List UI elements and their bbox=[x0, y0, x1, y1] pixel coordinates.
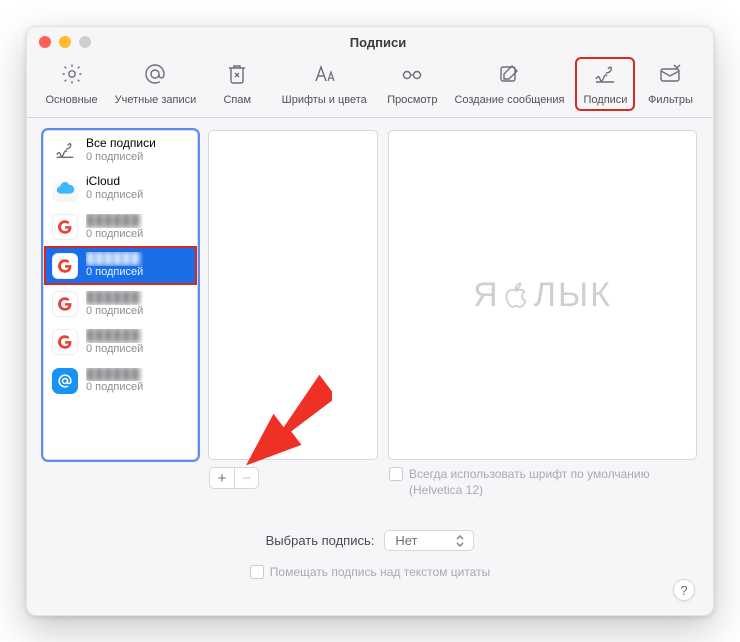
help-button[interactable]: ? bbox=[673, 579, 695, 601]
add-signature-button[interactable]: + bbox=[210, 468, 234, 488]
account-name: Все подписи bbox=[86, 137, 156, 151]
account-item[interactable]: ██████0 подписей bbox=[44, 362, 197, 400]
account-name: ██████ bbox=[86, 329, 143, 343]
account-name: ██████ bbox=[86, 252, 143, 266]
account-subtitle: 0 подписей bbox=[86, 381, 143, 394]
signature-list[interactable] bbox=[208, 130, 378, 460]
tab-label: Спам bbox=[223, 94, 251, 106]
glasses-icon bbox=[400, 62, 424, 91]
envelope-arrow-icon bbox=[658, 62, 682, 91]
titlebar: Подписи bbox=[27, 27, 713, 57]
account-name: ██████ bbox=[86, 368, 143, 382]
account-subtitle: 0 подписей bbox=[86, 151, 156, 164]
account-subtitle: 0 подписей bbox=[86, 266, 143, 279]
popup-arrows-icon bbox=[455, 534, 465, 548]
account-subtitle: 0 подписей bbox=[86, 228, 143, 241]
preferences-toolbar: Основные Учетные записи Спам Шрифты и цв… bbox=[27, 57, 713, 118]
remove-signature-button[interactable]: − bbox=[234, 468, 258, 488]
default-font-checkbox[interactable] bbox=[389, 467, 403, 481]
default-font-row: Всегда использовать шрифт по умолчанию (… bbox=[389, 467, 650, 497]
apple-outline-icon bbox=[502, 280, 532, 310]
tab-view[interactable]: Просмотр bbox=[383, 59, 441, 109]
gear-icon bbox=[60, 62, 84, 91]
default-font-label: Всегда использовать шрифт по умолчанию bbox=[409, 467, 650, 481]
google-icon bbox=[52, 214, 78, 240]
font-icon bbox=[312, 62, 336, 91]
signature-editor[interactable]: Я ЛЫК bbox=[388, 130, 697, 460]
tab-label: Учетные записи bbox=[115, 94, 197, 106]
preferences-window: Подписи Основные Учетные записи Спам Шр bbox=[26, 26, 714, 616]
google-icon bbox=[52, 291, 78, 317]
default-font-note: (Helvetica 12) bbox=[409, 483, 650, 497]
content-area: Все подписи0 подписейiCloud0 подписей███… bbox=[27, 118, 713, 615]
tab-label: Фильтры bbox=[648, 94, 693, 106]
tab-label: Создание сообщения bbox=[454, 94, 564, 106]
account-list[interactable]: Все подписи0 подписейiCloud0 подписей███… bbox=[43, 130, 198, 460]
compose-icon bbox=[497, 62, 521, 91]
window-title: Подписи bbox=[91, 35, 665, 50]
tab-label: Основные bbox=[45, 94, 97, 106]
watermark-text: ЛЫК bbox=[534, 276, 612, 315]
account-item[interactable]: ██████0 подписей bbox=[44, 285, 197, 323]
watermark-text: Я bbox=[473, 276, 500, 315]
tab-general[interactable]: Основные bbox=[41, 59, 101, 109]
account-subtitle: 0 подписей bbox=[86, 305, 143, 318]
tab-label: Просмотр bbox=[387, 94, 437, 106]
watermark: Я ЛЫК bbox=[473, 276, 612, 315]
tab-signatures[interactable]: Подписи bbox=[577, 59, 633, 109]
account-item[interactable]: iCloud0 подписей bbox=[44, 169, 197, 207]
account-name: iCloud bbox=[86, 175, 143, 189]
account-subtitle: 0 подписей bbox=[86, 189, 143, 202]
all-icon bbox=[52, 137, 78, 163]
traffic-lights bbox=[39, 36, 91, 48]
add-remove-toolbar: + − bbox=[209, 467, 259, 489]
google-icon bbox=[52, 253, 78, 279]
account-item[interactable]: ██████0 подписей bbox=[44, 246, 197, 284]
tab-accounts[interactable]: Учетные записи bbox=[111, 59, 201, 109]
minimize-window-button[interactable] bbox=[59, 36, 71, 48]
tab-filters[interactable]: Фильтры bbox=[642, 59, 698, 109]
zoom-window-button[interactable] bbox=[79, 36, 91, 48]
account-name: ██████ bbox=[86, 291, 143, 305]
account-item[interactable]: Все подписи0 подписей bbox=[44, 131, 197, 169]
account-item[interactable]: ██████0 подписей bbox=[44, 323, 197, 361]
place-above-quote-row: Помещать подпись над текстом цитаты bbox=[43, 565, 697, 579]
at-sign-icon bbox=[143, 62, 167, 91]
place-above-quote-label: Помещать подпись над текстом цитаты bbox=[270, 565, 490, 579]
trash-icon bbox=[225, 62, 249, 91]
account-item[interactable]: ██████0 подписей bbox=[44, 208, 197, 246]
tab-label: Шрифты и цвета bbox=[282, 94, 367, 106]
signature-icon bbox=[593, 62, 617, 91]
choose-signature-row: Выбрать подпись: Нет bbox=[43, 530, 697, 551]
close-window-button[interactable] bbox=[39, 36, 51, 48]
tab-compose[interactable]: Создание сообщения bbox=[450, 59, 568, 109]
place-above-quote-checkbox[interactable] bbox=[250, 565, 264, 579]
choose-signature-popup[interactable]: Нет bbox=[384, 530, 474, 551]
google-icon bbox=[52, 329, 78, 355]
panels: Все подписи0 подписейiCloud0 подписей███… bbox=[43, 130, 697, 460]
account-name: ██████ bbox=[86, 214, 143, 228]
choose-signature-label: Выбрать подпись: bbox=[266, 533, 375, 548]
at-icon bbox=[52, 368, 78, 394]
account-subtitle: 0 подписей bbox=[86, 343, 143, 356]
tab-label: Подписи bbox=[584, 94, 628, 106]
tab-spam[interactable]: Спам bbox=[209, 59, 265, 109]
tab-fonts[interactable]: Шрифты и цвета bbox=[274, 59, 374, 109]
icloud-icon bbox=[52, 176, 78, 202]
choose-signature-value: Нет bbox=[395, 533, 417, 548]
